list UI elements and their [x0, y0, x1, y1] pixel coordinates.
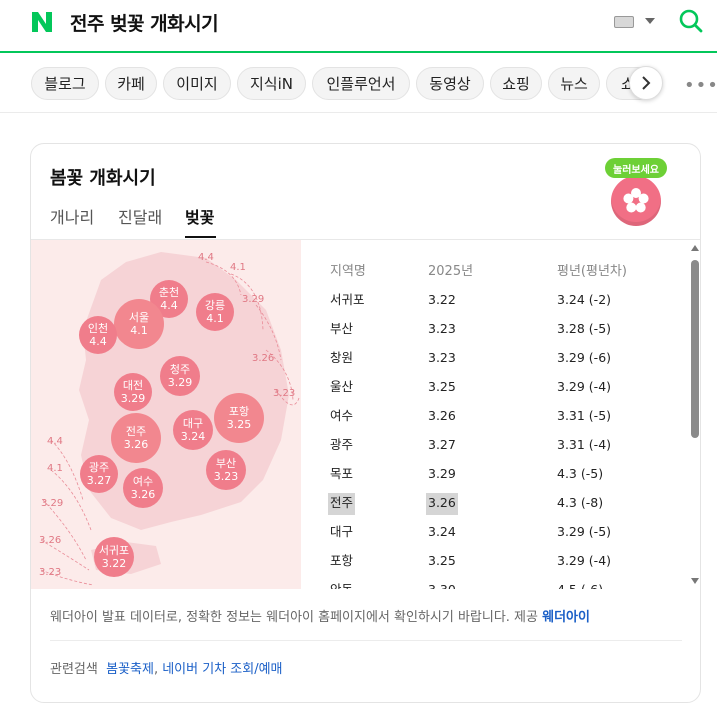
related-link-train[interactable]: 네이버 기차 조회/예매 — [162, 662, 282, 677]
scroll-down-icon[interactable] — [691, 578, 699, 584]
tab-images[interactable]: 이미지 — [163, 67, 231, 100]
tab-influencer[interactable]: 인플루언서 — [312, 67, 410, 100]
map-bubble-yeosu[interactable]: 여수 3.26 — [123, 468, 163, 508]
isoline-label: 3.26 — [39, 535, 62, 546]
table-row: 창원 3.23 3.29 (-6) — [330, 350, 612, 365]
map-bubble-cheongju[interactable]: 청주 3.29 — [160, 356, 200, 396]
related-searches: 관련검색 봄꽃축제, 네이버 기차 조회/예매 — [50, 662, 283, 677]
table-row: 서귀포 3.22 3.24 (-2) — [330, 292, 612, 307]
tab-azalea[interactable]: 진달래 — [118, 204, 162, 228]
naver-logo-icon[interactable] — [30, 10, 54, 34]
map-bubble-daejeon[interactable]: 대전 3.29 — [114, 373, 152, 411]
divider — [50, 640, 682, 641]
isoline-label: 4.4 — [198, 252, 214, 263]
tab-kin[interactable]: 지식iN — [237, 67, 306, 100]
isoline-label: 3.29 — [41, 498, 64, 509]
scroll-up-icon[interactable] — [691, 245, 699, 251]
search-icon[interactable] — [678, 8, 704, 34]
isoline-label: 3.26 — [252, 353, 275, 364]
source-link[interactable]: 웨더아이 — [542, 610, 590, 625]
table-row: 여수 3.26 3.31 (-5) — [330, 408, 612, 423]
table-row: 안동 3.30 4.5 (-6) — [301, 575, 681, 589]
chevron-down-icon[interactable] — [645, 18, 655, 24]
isoline-label: 4.1 — [47, 463, 63, 474]
badge-label: 눌러보세요 — [605, 158, 667, 178]
isoline-label: 3.23 — [39, 567, 62, 578]
related-label: 관련검색 — [50, 662, 98, 677]
header-region: 지역명 — [330, 264, 366, 279]
table-row: 광주 3.27 3.31 (-4) — [330, 437, 612, 452]
table-row: 울산 3.25 3.29 (-4) — [330, 379, 612, 394]
tab-cafe[interactable]: 카페 — [105, 67, 157, 100]
map-bubble-pohang[interactable]: 포항 3.25 — [214, 393, 264, 443]
map-bubble-seoul[interactable]: 서울 4.1 — [114, 299, 164, 349]
table-scrollbar[interactable] — [688, 240, 700, 589]
header-normal: 평년(평년차) — [557, 264, 627, 279]
table-row: 목포 3.29 4.3 (-5) — [330, 466, 604, 481]
isoline-label: 3.29 — [242, 294, 265, 305]
map-bubble-incheon[interactable]: 인천 4.4 — [79, 316, 117, 354]
tab-forsythia[interactable]: 개나리 — [50, 204, 94, 228]
search-query-text[interactable]: 전주 벚꽃 개화시기 — [70, 9, 219, 36]
map-bubble-gangneung[interactable]: 강릉 4.1 — [196, 293, 234, 331]
search-header: 전주 벚꽃 개화시기 — [0, 0, 717, 53]
map-bubble-jeonju[interactable]: 전주 3.26 — [111, 413, 161, 463]
map-bubble-daegu[interactable]: 대구 3.24 — [173, 410, 213, 450]
table-row: 부산 3.23 3.28 (-5) — [330, 321, 612, 336]
isoline-label: 4.4 — [47, 436, 63, 447]
tabs-next-button[interactable] — [629, 66, 663, 100]
bloom-table: 지역명 2025년 평년(평년차) 서귀포 3.22 3.24 (-2) 부산 … — [301, 240, 700, 589]
tab-cherry-blossom[interactable]: 벚꽃 — [185, 204, 214, 228]
source-note: 웨더아이 발표 데이터로, 정확한 정보는 웨더아이 홈페이지에서 확인하시기 … — [50, 610, 590, 625]
tab-blog[interactable]: 블로그 — [31, 67, 99, 100]
table-row-highlighted: 전주 3.26 4.3 (-8) — [301, 488, 681, 517]
more-dots-icon[interactable]: ••• — [684, 75, 717, 96]
active-tab-indicator — [185, 236, 216, 238]
tab-news[interactable]: 뉴스 — [548, 67, 600, 100]
tab-shopping[interactable]: 쇼핑 — [490, 67, 542, 100]
map-bubble-seogwipo[interactable]: 서귀포 3.22 — [94, 537, 134, 577]
card-title: 봄꽃 개화시기 — [50, 168, 156, 189]
map-bubble-busan[interactable]: 부산 3.23 — [206, 450, 246, 490]
tab-video[interactable]: 동영상 — [416, 67, 484, 100]
keyboard-icon[interactable] — [614, 16, 634, 28]
flower-icon — [623, 188, 649, 213]
scrollbar-thumb[interactable] — [691, 260, 699, 438]
related-link-festival[interactable]: 봄꽃축제 — [106, 662, 154, 677]
chevron-right-icon — [642, 76, 651, 90]
bloom-map: 4.4 4.1 3.29 3.26 3.23 4.4 4.1 3.29 3.26… — [31, 240, 301, 589]
bloom-card: 봄꽃 개화시기 개나리 진달래 벚꽃 눌러보세요 4.4 4.1 3.29 3.… — [30, 143, 701, 703]
map-bubble-gwangju[interactable]: 광주 3.27 — [80, 455, 118, 493]
blossom-icon — [611, 176, 661, 226]
isoline-label: 4.1 — [230, 262, 246, 273]
table-row: 대구 3.24 3.29 (-5) — [330, 524, 612, 539]
press-badge[interactable]: 눌러보세요 — [605, 158, 667, 228]
isoline-label: 3.23 — [273, 388, 296, 399]
table-row: 포항 3.25 3.29 (-4) — [330, 553, 612, 568]
header-2025: 2025년 — [428, 264, 474, 279]
search-tabs: 블로그 카페 이미지 지식iN 인플루언서 동영상 쇼핑 뉴스 쇼 ••• — [0, 55, 717, 113]
